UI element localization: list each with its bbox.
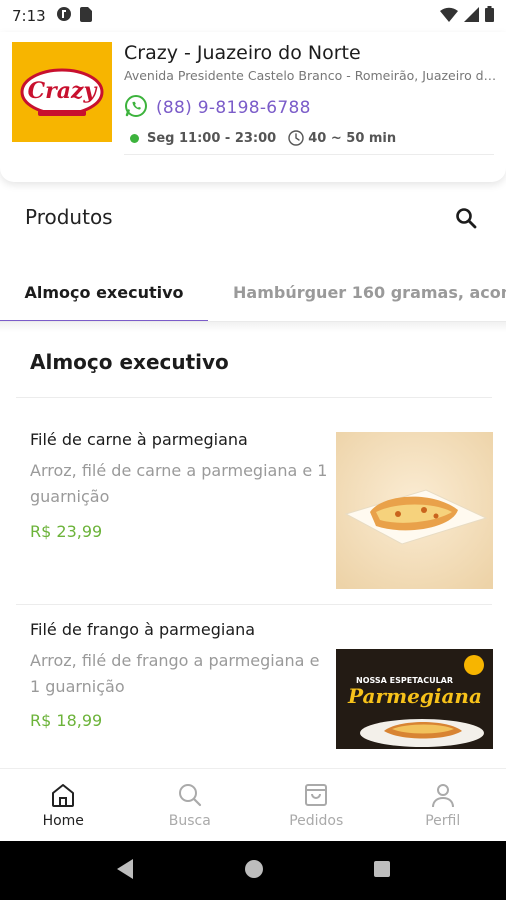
- store-address: Avenida Presidente Castelo Branco - Rome…: [124, 68, 498, 83]
- product-description: Arroz, filé de carne a parmegiana e 1 gu…: [30, 461, 328, 506]
- nav-busca-label: Busca: [168, 813, 211, 829]
- nav-perfil-label: Perfil: [425, 813, 461, 829]
- phone-row[interactable]: (88) 9-8198-6788: [124, 94, 311, 122]
- nav-pedidos[interactable]: Pedidos: [253, 769, 380, 841]
- signal-icon: [464, 6, 479, 26]
- store-logo-text: Crazy: [28, 78, 99, 104]
- nav-home[interactable]: Home: [0, 769, 127, 841]
- store-phone[interactable]: (88) 9-8198-6788: [156, 98, 311, 118]
- category-tabs: Almoço executivo Hambúrguer 160 gramas, …: [0, 262, 506, 322]
- ifood-notification-icon: [56, 6, 72, 26]
- wifi-icon: [440, 7, 458, 26]
- tab-hamburguer-160[interactable]: Hambúrguer 160 gramas, acom: [233, 262, 506, 321]
- search-button[interactable]: [452, 206, 480, 234]
- product-item[interactable]: Filé de carne à parmegiana Arroz, filé d…: [0, 398, 506, 604]
- battery-icon: [485, 6, 494, 26]
- store-hours-row: Seg 11:00 - 23:00 40 ~ 50 min: [130, 130, 396, 146]
- back-icon[interactable]: [115, 858, 135, 884]
- bottom-nav: Home Busca Pedidos Perfil: [0, 768, 506, 841]
- tabs-shadow: [0, 322, 506, 332]
- whatsapp-icon: [124, 94, 148, 122]
- store-header-card: Crazy Crazy - Juazeiro do Norte Avenida …: [0, 32, 506, 182]
- home-icon: [49, 779, 77, 811]
- product-image: NOSSA ESPETACULAR Parmegiana: [336, 649, 493, 749]
- search-icon: [176, 779, 204, 811]
- nav-perfil[interactable]: Perfil: [380, 769, 506, 841]
- product-name: Filé de carne à parmegiana: [30, 430, 248, 449]
- sim-card-icon: [79, 6, 92, 26]
- clock-icon: [288, 130, 304, 146]
- nav-busca[interactable]: Busca: [127, 769, 254, 841]
- image-text-main: Parmegiana: [347, 684, 482, 708]
- shopping-bag-icon: [302, 779, 330, 811]
- home-circle-icon[interactable]: [244, 859, 264, 883]
- product-image: [336, 432, 493, 589]
- product-item[interactable]: Filé de frango à parmegiana Arroz, filé …: [0, 605, 506, 768]
- status-time: 7:13: [12, 7, 46, 25]
- tab-almoco-executivo[interactable]: Almoço executivo: [0, 262, 208, 321]
- nav-home-label: Home: [42, 813, 84, 829]
- app-screen: 7:13 Crazy Crazy - Juazeiro do Norte Ave…: [0, 0, 506, 900]
- store-logo[interactable]: Crazy: [12, 42, 112, 142]
- product-price: R$ 18,99: [30, 711, 103, 730]
- status-bar: 7:13: [0, 0, 506, 32]
- person-icon: [429, 779, 457, 811]
- card-divider: [124, 154, 494, 155]
- product-name: Filé de frango à parmegiana: [30, 620, 256, 639]
- recents-icon[interactable]: [373, 860, 391, 882]
- android-nav-bar: [0, 841, 506, 900]
- products-title: Produtos: [25, 205, 113, 229]
- search-icon: [455, 207, 477, 233]
- section-title: Almoço executivo: [30, 350, 229, 374]
- nav-pedidos-label: Pedidos: [289, 813, 344, 829]
- store-name: Crazy - Juazeiro do Norte: [124, 42, 361, 64]
- delivery-time: 40 ~ 50 min: [308, 130, 397, 146]
- product-price: R$ 23,99: [30, 522, 103, 541]
- store-hours: Seg 11:00 - 23:00: [147, 130, 277, 146]
- product-description: Arroz, filé de frango a parmegiana e 1 g…: [30, 651, 320, 696]
- open-status-dot: [130, 133, 139, 143]
